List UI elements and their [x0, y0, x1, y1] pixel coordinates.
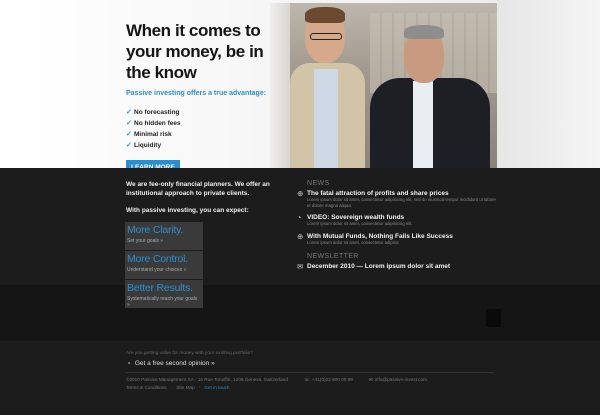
hero-title: When it comes to your money, be in the k… [126, 21, 264, 82]
hero-right-edge [497, 0, 600, 168]
check-icon: ✓ [126, 109, 132, 116]
footer-divider [126, 372, 494, 373]
globe-icon: ⊕ [297, 189, 304, 198]
check-icon: ✓ [126, 142, 132, 149]
list-item: ✓ No hidden fees [126, 120, 181, 127]
feature-control[interactable]: More Control. Understand your choices » [125, 251, 203, 279]
news-title[interactable]: With Mutual Funds, Nothing Fails Like Su… [307, 233, 497, 240]
globe-icon: ⊕ [297, 231, 304, 241]
footer-email[interactable]: ✉ info@passive-invest.com [369, 377, 427, 383]
hero-fade [0, 0, 100, 168]
footer-links: Terms & Conditions · Site Map · Get in t… [126, 385, 230, 390]
list-item: ✓ Liquidity [126, 142, 162, 149]
news-item[interactable]: ◔ VIDEO: Sovereign wealth funds Lorem ip… [297, 214, 497, 227]
newsletter-item[interactable]: ✉ December 2010 — Lorem ipsum dolor sit … [297, 262, 497, 271]
phone-icon: ☏ [303, 377, 310, 382]
news-panel: NEWS ⊕ The fatal attraction of profits a… [297, 180, 497, 271]
sitemap-link[interactable]: Site Map [176, 385, 195, 390]
opinion-cta[interactable]: ◔ Get a free second opinion » [126, 359, 215, 368]
intro-subheading: With passive investing, you can expect: [126, 207, 249, 214]
footer-contact: ©2010 Passive Management SA · 15 Rue Ton… [126, 377, 427, 383]
feature-title: More Clarity. [127, 224, 184, 236]
feature-title: Better Results. [127, 282, 193, 294]
list-item: ✓ Minimal risk [126, 131, 172, 138]
news-desc: Lorem ipsum dolor sit amet, consectetur … [307, 239, 399, 245]
check-icon: ✓ [126, 120, 132, 127]
feature-results[interactable]: Better Results. Systematically reach you… [125, 280, 203, 308]
footer-phone: ☏ +41(0)22 800 00 99 [303, 377, 353, 382]
second-opinion-link[interactable]: Get a free second opinion » [135, 360, 215, 367]
news-heading: NEWS [307, 180, 330, 187]
intro-text: We are fee-only financial planners. We o… [126, 181, 270, 197]
feature-link[interactable]: Understand your choices » [127, 267, 201, 273]
hero-photo [270, 3, 497, 168]
envelope-icon: ✉ [297, 262, 304, 271]
content-band [0, 285, 600, 341]
get-in-touch-link[interactable]: Get in touch [204, 385, 229, 390]
list-item: ✓ No forecasting [126, 109, 180, 116]
hero-copy: When it comes to your money, be in the k… [126, 20, 276, 175]
news-item[interactable]: ⊕ The fatal attraction of profits and sh… [297, 190, 497, 208]
check-icon: ✓ [126, 131, 132, 138]
newsletter-title[interactable]: December 2010 — Lorem ipsum dolor sit am… [307, 263, 497, 270]
intro: We are fee-only financial planners. We o… [126, 180, 286, 214]
speech-bubble-icon: ◔ [297, 213, 302, 222]
terms-link[interactable]: Terms & Conditions [126, 385, 167, 390]
news-desc: Lorem ipsum dolor sit amet, consectetur … [307, 197, 496, 208]
envelope-icon: ✉ [368, 377, 373, 382]
news-item[interactable]: ⊕ With Mutual Funds, Nothing Fails Like … [297, 231, 497, 246]
feature-title: More Control. [127, 253, 189, 265]
news-title[interactable]: VIDEO: Sovereign wealth funds [307, 214, 497, 221]
newsletter-heading: NEWSLETTER [307, 253, 359, 260]
speech-bubble-icon: ◔ [126, 359, 131, 368]
glasses [310, 33, 342, 40]
hero-subtitle: Passive investing offers a true advantag… [126, 90, 267, 97]
feature-link[interactable]: Set your goals » [127, 238, 201, 244]
news-title[interactable]: The fatal attraction of profits and shar… [307, 190, 497, 197]
news-desc: Lorem ipsum dolor sit amet, consectetur … [307, 221, 413, 226]
footer-address: ©2010 Passive Management SA · 15 Rue Ton… [126, 377, 288, 382]
feature-link[interactable]: Systematically reach your goals » [127, 296, 201, 308]
opinion-question: Are you getting value for money with you… [126, 351, 253, 356]
benefit-list: ✓ No forecasting ✓ No hidden fees ✓ Minimal… [126, 107, 276, 151]
feature-clarity[interactable]: More Clarity. Set your goals » [125, 222, 203, 250]
